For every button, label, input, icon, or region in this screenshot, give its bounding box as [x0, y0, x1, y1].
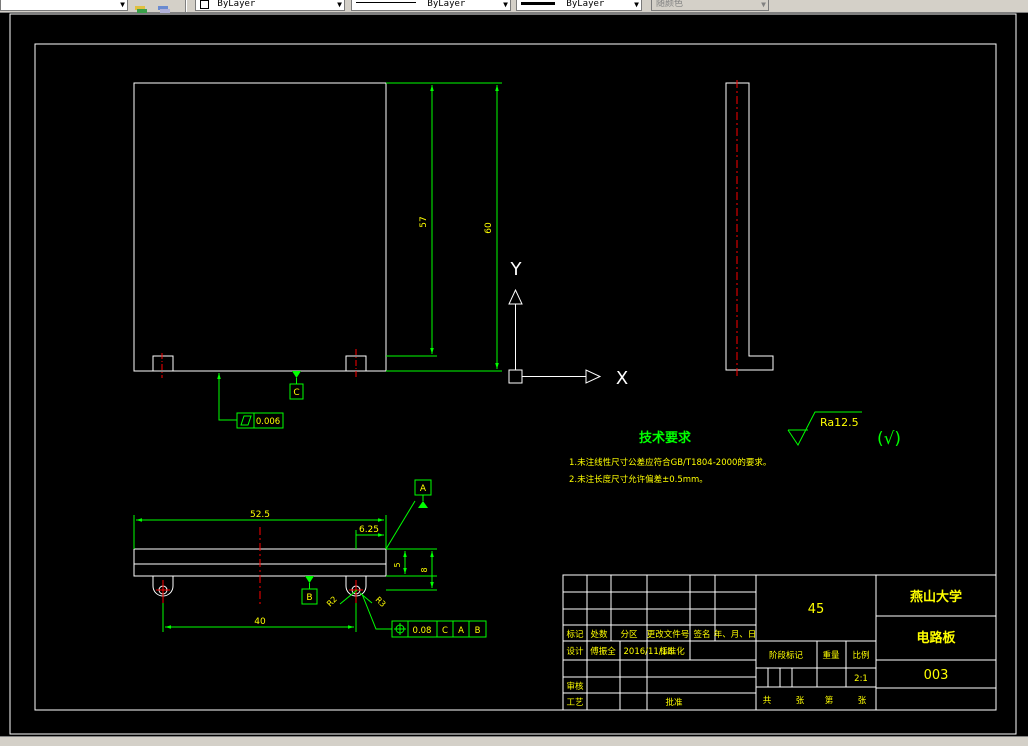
plotstyle-dropdown[interactable]: 随颜色 ▼: [651, 0, 769, 11]
chevron-down-icon: ▼: [337, 0, 342, 9]
dim-52-5-text: 52.5: [250, 510, 270, 520]
dim-5-text: 5: [393, 562, 402, 567]
ucs-x-label: X: [616, 368, 628, 389]
approve-label: 批准: [665, 697, 683, 708]
school-text: 燕山大学: [910, 589, 962, 605]
plotstyle-label: 随颜色: [656, 0, 684, 9]
roughness-paren: (√): [877, 429, 901, 449]
bottom-view: [133, 527, 387, 604]
flatness-callout: 0.006: [217, 373, 284, 429]
tech-title: 技术要求: [639, 430, 692, 446]
sheet-di: 第: [825, 695, 834, 706]
toolbar-separator: [185, 0, 187, 12]
dimension-57: 57: [386, 82, 437, 357]
properties-toolbar: ▼ ByLayer ▼ ByLayer ▼ ByLayer ▼ 随颜色 ▼: [0, 0, 1028, 13]
part-name-text: 电路板: [916, 630, 956, 646]
lineweight-value: ByLayer: [427, 0, 466, 9]
chevron-down-icon: ▼: [503, 0, 508, 9]
scale-label: 比例: [852, 650, 869, 661]
dimension-5-8: 5 8: [386, 548, 437, 591]
col-count: 处数: [590, 629, 608, 640]
dim-57-text: 57: [419, 216, 429, 227]
pos-ref-a: A: [458, 626, 464, 636]
lineweight-dropdown[interactable]: ByLayer ▼: [516, 0, 642, 11]
roughness-value: Ra12.5: [820, 416, 859, 429]
flatness-value: 0.006: [256, 417, 280, 427]
layer-dropdown[interactable]: ▼: [0, 0, 128, 11]
design-label: 设计: [566, 646, 584, 657]
dim-60-text: 60: [484, 222, 494, 234]
standard-label: 标准化: [659, 646, 685, 657]
drawing-no-text: 003: [924, 668, 949, 683]
plotstyle-value: ByLayer: [566, 0, 605, 9]
tech-requirements: 技术要求 1.未注线性尺寸公差应符合GB/T1804-2000的要求。 2.未注…: [569, 430, 771, 485]
tech-note-1: 1.未注线性尺寸公差应符合GB/T1804-2000的要求。: [569, 457, 771, 468]
stage-mark-label: 阶段标记: [769, 650, 804, 661]
weight-label: 重量: [822, 650, 840, 661]
front-view: [133, 82, 387, 378]
title-block-text: 45 燕山大学 电路板 003 标记 处数 分区 更改文件号 签名 年、月、日 …: [566, 589, 962, 708]
dim-r3-text: R3: [374, 595, 388, 609]
col-mark: 标记: [566, 629, 584, 640]
color-swatch: [200, 0, 209, 9]
flatness-icon: [240, 415, 252, 426]
datum-a-label: A: [420, 484, 427, 494]
datum-b-label: B: [306, 593, 312, 603]
sheet-total-label: 共: [763, 696, 772, 706]
datum-c-label: C: [293, 388, 299, 398]
review-label: 审核: [566, 681, 584, 692]
col-date: 年、月、日: [714, 629, 757, 640]
sheet-zhang-2: 张: [858, 696, 867, 706]
dimension-6-25: 6.25: [355, 525, 384, 549]
ucs-y-label: Y: [510, 259, 523, 280]
datum-c: C: [289, 371, 304, 400]
position-tol-value: 0.08: [413, 626, 432, 636]
dim-40-text: 40: [254, 617, 266, 627]
layer-stack-icon[interactable]: [133, 0, 149, 13]
linetype-value: ByLayer: [217, 0, 256, 9]
tech-note-2: 2.未注长度尺寸允许偏差±0.5mm。: [569, 474, 708, 485]
ucs-icon: Y X: [508, 259, 628, 389]
layer-previous-icon[interactable]: [156, 0, 172, 13]
paper-border: [9, 13, 1017, 735]
lineweight-sample: [521, 1, 555, 5]
sheet-zhang-1: 张: [796, 696, 805, 706]
drawing-frame: [34, 43, 997, 711]
material-text: 45: [808, 602, 825, 617]
plate-outline: [133, 82, 387, 372]
drawing-canvas[interactable]: 57 60 C 0.006 Y X 技术要求 1.未注线性尺寸公差应符合GB/T…: [0, 13, 1028, 735]
pos-ref-c: C: [442, 626, 448, 636]
roughness-symbol: Ra12.5 (√): [787, 411, 901, 449]
side-view: [725, 80, 774, 378]
left-tab: [152, 355, 174, 371]
chevron-down-icon: ▼: [120, 0, 125, 9]
dimension-60: 60: [386, 82, 502, 372]
datum-b: B: [301, 576, 318, 605]
color-dropdown[interactable]: ByLayer ▼: [195, 0, 345, 11]
designer-name: 傅振全: [590, 646, 616, 657]
dim-6-25-text: 6.25: [359, 525, 379, 535]
datum-a: A: [385, 479, 432, 550]
col-zone: 分区: [620, 630, 638, 640]
dim-r2-text: R2: [325, 595, 339, 609]
col-sign: 签名: [693, 629, 710, 640]
col-doc: 更改文件号: [647, 629, 690, 640]
dim-8-text: 8: [420, 567, 429, 572]
process-label: 工艺: [566, 698, 583, 708]
scale-value: 2:1: [854, 674, 868, 684]
chevron-down-icon: ▼: [761, 0, 766, 9]
pos-ref-b: B: [475, 626, 481, 636]
line-sample: [356, 2, 416, 3]
dimension-40: 40: [162, 603, 357, 632]
chevron-down-icon: ▼: [634, 0, 639, 9]
linetype-dropdown[interactable]: ByLayer ▼: [351, 0, 511, 11]
